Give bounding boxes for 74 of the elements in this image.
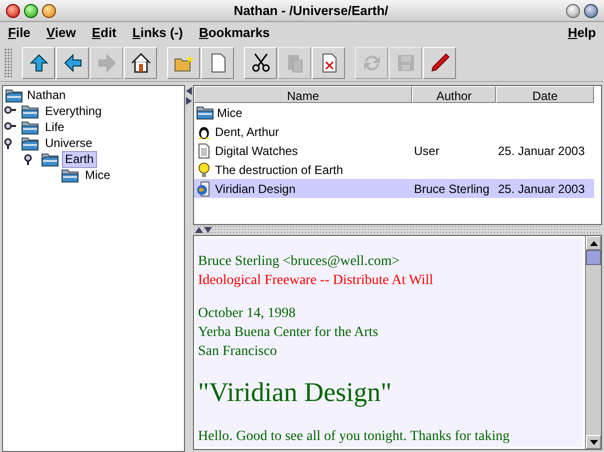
tree-item[interactable]: Nathan [27, 86, 66, 104]
text-line: Yerba Buena Center for the Arts [198, 324, 380, 342]
tree-item[interactable]: Earth [62, 150, 97, 168]
back-arrow-icon [62, 52, 84, 74]
collapse-down-icon[interactable] [204, 227, 212, 233]
menu-item[interactable]: Links (-) [132, 23, 183, 43]
folder-icon [21, 120, 39, 134]
toolbar-button[interactable] [201, 46, 234, 78]
toolbar-button[interactable] [423, 46, 456, 78]
table-row[interactable]: Viridian Design Bruce Sterling 25. Januar 2003 [194, 179, 594, 198]
table-cell-text: Mice [217, 104, 242, 122]
toolbar-button[interactable] [244, 46, 277, 78]
text-line: October 14, 1998 [198, 305, 297, 323]
menu-item[interactable]: Bookmarks [198, 23, 270, 43]
tree-item[interactable]: Life [42, 118, 68, 136]
document-heading: "Viridian Design" [198, 376, 393, 409]
pencil-icon [428, 52, 450, 74]
globe-document-icon [196, 180, 212, 196]
table-cell-text: Digital Watches [215, 142, 298, 160]
table-cell-text: The destruction of Earth [215, 162, 344, 178]
toolbar-button[interactable] [312, 46, 345, 78]
folder-icon [21, 136, 39, 150]
menu-item[interactable]: View [46, 23, 76, 43]
lightbulb-icon [196, 162, 212, 178]
column-header[interactable]: Name [194, 86, 412, 103]
table-row[interactable]: Dent, Arthur [194, 122, 594, 141]
document-icon [196, 142, 212, 158]
column-header[interactable]: Date [496, 86, 594, 103]
scroll-down-button[interactable] [586, 435, 601, 449]
text-line: Ideological Freeware -- Distribute At Will [198, 272, 434, 290]
table-cell-text: Viridian Design [215, 180, 296, 198]
window-title: Nathan - /Universe/Earth/ [232, 2, 390, 20]
folder-icon [5, 88, 23, 102]
folder-icon [41, 152, 59, 166]
home-icon [130, 52, 152, 74]
menu-item[interactable]: Edit [92, 23, 116, 43]
table-cell: User [414, 144, 440, 158]
folder-icon [61, 168, 79, 182]
toolbar-button[interactable] [22, 46, 55, 78]
table-cell-text: Dent, Arthur [215, 124, 280, 140]
collapse-up-icon[interactable] [195, 227, 203, 233]
scroll-thumb[interactable] [586, 250, 601, 265]
folder-icon [196, 105, 214, 120]
forward-arrow-icon [96, 52, 118, 74]
vertical-scrollbar[interactable] [585, 236, 601, 449]
table-row[interactable]: The destruction of Earth [194, 160, 594, 179]
toolbar-grip[interactable] [4, 48, 12, 78]
toolbar-button[interactable] [56, 46, 89, 78]
toolbar-button[interactable] [124, 46, 157, 78]
folder-icon [21, 104, 39, 118]
down-arrow-icon [590, 440, 598, 444]
scroll-up-button[interactable] [586, 236, 601, 250]
tree-item[interactable]: Everything [42, 102, 105, 120]
scissors-icon [250, 52, 272, 74]
table-cell: 25. Januar 2003 [498, 182, 585, 196]
close-button[interactable] [6, 4, 20, 18]
text-line: Hello. Good to see all of you tonight. Thanks for taking [198, 428, 511, 446]
table-row[interactable]: Mice [194, 103, 594, 122]
tree-item[interactable]: Universe [42, 134, 96, 152]
text-line: Bruce Sterling <bruces@well.com> [198, 253, 401, 271]
menu-item[interactable]: Help [568, 23, 596, 43]
column-header[interactable]: Author [412, 86, 496, 103]
zoom-button[interactable] [42, 4, 56, 18]
tree-item[interactable]: Mice [82, 166, 114, 184]
table-cell: Bruce Sterling [414, 182, 490, 196]
up-arrow-icon [28, 52, 50, 74]
menu-item[interactable]: File [8, 23, 30, 43]
text-line: San Francisco [198, 343, 278, 361]
table-row[interactable]: Digital Watches User 25. Januar 2003 [194, 141, 594, 160]
up-arrow-icon [590, 240, 598, 246]
table-cell: 25. Januar 2003 [498, 144, 585, 158]
minimize-button[interactable] [24, 4, 38, 18]
shade-button[interactable] [566, 4, 580, 18]
maximize-button[interactable] [584, 4, 598, 18]
